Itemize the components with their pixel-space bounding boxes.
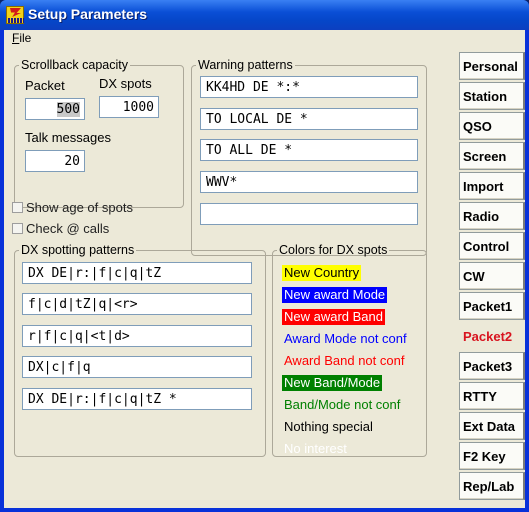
dx-pattern-input[interactable]: DX DE|r:|f|c|q|tZ * xyxy=(22,388,252,410)
tab-packet3[interactable]: Packet3 xyxy=(459,352,525,380)
dx-pattern-input[interactable]: r|f|c|q|<t|d> xyxy=(22,325,252,347)
color-new-country[interactable]: New Country xyxy=(282,265,362,281)
client-area: File Scrollback capacity Packet 500 DX s… xyxy=(4,30,525,508)
window-frame-right xyxy=(525,30,529,512)
packet-capacity-input[interactable]: 500 xyxy=(25,98,85,120)
tab-station[interactable]: Station xyxy=(459,82,525,110)
warning-patterns-legend: Warning patterns xyxy=(198,58,293,72)
tab-qso[interactable]: QSO xyxy=(459,112,525,140)
tab-cw[interactable]: CW xyxy=(459,262,525,290)
dx-spots-capacity-input[interactable]: 1000 xyxy=(99,96,159,118)
talk-messages-capacity-input[interactable]: 20 xyxy=(25,150,85,172)
dx-spotting-patterns-legend: DX spotting patterns xyxy=(21,243,135,257)
warning-pattern-input[interactable]: WWV* xyxy=(200,171,418,193)
tab-radio[interactable]: Radio xyxy=(459,202,525,230)
check-calls-checkbox-box[interactable] xyxy=(12,223,23,234)
tab-rtty[interactable]: RTTY xyxy=(459,382,525,410)
dx-colors-list: New Country New award Mode New award Ban… xyxy=(274,261,426,456)
dx-spots-label: DX spots xyxy=(99,76,152,91)
warning-pattern-input[interactable] xyxy=(200,203,418,225)
window-title: Setup Parameters xyxy=(28,6,148,22)
tab-control[interactable]: Control xyxy=(459,232,525,260)
color-award-band-not-conf[interactable]: Award Band not conf xyxy=(282,353,406,369)
warning-pattern-input[interactable]: KK4HD DE *:* xyxy=(200,76,418,98)
title-bar[interactable]: Setup Parameters xyxy=(0,0,529,30)
window-frame-bottom xyxy=(0,508,529,512)
dx-pattern-input[interactable]: DX DE|r:|f|c|q|tZ xyxy=(22,262,252,284)
color-band-mode-not-conf[interactable]: Band/Mode not conf xyxy=(282,397,402,413)
color-new-band-mode[interactable]: New Band/Mode xyxy=(282,375,383,391)
check-calls-checkbox[interactable]: Check @ calls xyxy=(12,221,109,236)
tab-rep-lab[interactable]: Rep/Lab xyxy=(459,472,525,500)
scrollback-legend: Scrollback capacity xyxy=(21,58,128,72)
show-age-checkbox-box[interactable] xyxy=(12,202,23,213)
dx-pattern-input[interactable]: DX|c|f|q xyxy=(22,356,252,378)
color-new-award-band[interactable]: New award Band xyxy=(282,309,385,325)
menu-bar: File xyxy=(4,30,525,48)
setup-window: Setup Parameters File Scrollback capacit… xyxy=(0,0,529,512)
tab-packet1[interactable]: Packet1 xyxy=(459,292,525,320)
tab-screen[interactable]: Screen xyxy=(459,142,525,170)
color-nothing-special[interactable]: Nothing special xyxy=(282,419,375,435)
tab-f2-key[interactable]: F2 Key xyxy=(459,442,525,470)
app-icon xyxy=(6,6,24,24)
color-award-mode-not-conf[interactable]: Award Mode not conf xyxy=(282,331,409,347)
warning-pattern-input[interactable]: TO LOCAL DE * xyxy=(200,108,418,130)
tab-ext-data[interactable]: Ext Data xyxy=(459,412,525,440)
menu-file[interactable]: File xyxy=(12,31,31,45)
tab-personal[interactable]: Personal xyxy=(459,52,525,80)
color-new-award-mode[interactable]: New award Mode xyxy=(282,287,388,303)
show-age-checkbox[interactable]: Show age of spots xyxy=(12,200,133,215)
tab-packet2[interactable]: Packet2 xyxy=(459,322,525,350)
dx-pattern-input[interactable]: f|c|d|tZ|q|<r> xyxy=(22,293,252,315)
packet2-panel: Scrollback capacity Packet 500 DX spots … xyxy=(8,50,458,508)
dx-colors-legend: Colors for DX spots xyxy=(279,243,388,257)
tab-import[interactable]: Import xyxy=(459,172,525,200)
color-no-interest[interactable]: No interest xyxy=(282,441,349,457)
warning-pattern-input[interactable]: TO ALL DE * xyxy=(200,139,418,161)
tab-strip: Personal Station QSO Screen Import Radio… xyxy=(459,52,525,508)
talk-messages-label: Talk messages xyxy=(25,130,111,145)
packet-label: Packet xyxy=(25,78,65,93)
